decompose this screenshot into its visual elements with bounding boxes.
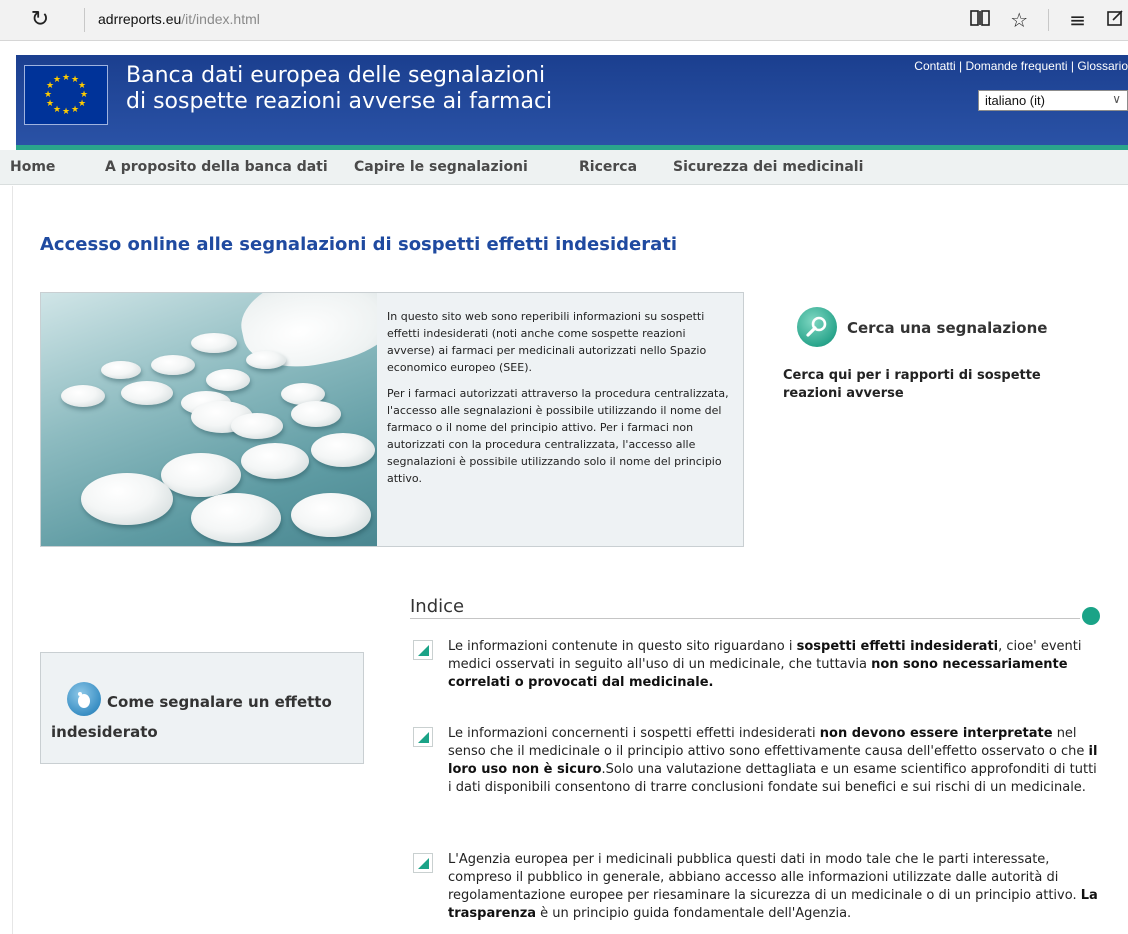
- glossary-link[interactable]: Glossario: [1077, 59, 1128, 73]
- triangle-bullet-icon: [413, 640, 433, 660]
- emphasis: sospetti effetti indesiderati: [796, 639, 999, 654]
- pills-photo: [41, 293, 377, 546]
- nav-item-home[interactable]: Home: [10, 159, 55, 175]
- intro-paragraph-1: In questo sito web sono reperibili infor…: [387, 310, 707, 374]
- index-divider: [410, 618, 1080, 619]
- report-effect-link[interactable]: Come segnalare un effetto indesiderato: [51, 687, 351, 747]
- svg-text:★: ★: [44, 90, 52, 100]
- hub-menu-icon[interactable]: ≡: [1069, 8, 1086, 32]
- search-report-link[interactable]: Cerca una segnalazione: [847, 319, 1047, 337]
- report-effect-card[interactable]: Come segnalare un effetto indesiderato: [40, 652, 364, 764]
- page-title: Accesso online alle segnalazioni di sosp…: [40, 234, 678, 255]
- language-value: italiano (it): [985, 93, 1045, 108]
- site-header: ★ ★ ★ ★ ★ ★ ★ ★ ★ ★ ★ ★ Banca dati europea delle …: [16, 55, 1128, 145]
- svg-text:★: ★: [62, 107, 70, 117]
- index-paragraph-3: L'Agenzia europea per i medicinali pubbl…: [448, 851, 1103, 923]
- eu-flag-logo: ★ ★ ★ ★ ★ ★ ★ ★ ★ ★ ★ ★: [24, 65, 108, 125]
- main-nav: Home A proposito della banca dati Capire…: [0, 150, 1128, 185]
- url-path: /it/index.html: [181, 11, 260, 27]
- index-paragraph-2: Le informazioni concernenti i sospetti e…: [448, 725, 1103, 797]
- search-report-description: Cerca qui per i rapporti di sospette rea…: [783, 368, 1041, 401]
- nav-item-search[interactable]: Ricerca: [579, 159, 637, 175]
- reading-view-icon[interactable]: [970, 8, 991, 32]
- text-run: L'Agenzia europea per i medicinali pubbl…: [448, 852, 1081, 903]
- emphasis: non devono essere interpretate: [819, 726, 1053, 741]
- utility-links: Contatti | Domande frequenti | Glossario: [914, 59, 1128, 73]
- chevron-down-icon: ∨: [1112, 92, 1121, 106]
- svg-text:★: ★: [46, 99, 54, 109]
- favorite-star-icon[interactable]: ☆: [1010, 8, 1028, 32]
- site-title-line2: di sospette reazioni avverse ai farmaci: [126, 89, 553, 114]
- nav-item-understanding[interactable]: Capire le segnalazioni: [354, 159, 528, 175]
- triangle-bullet-icon: [413, 853, 433, 873]
- page-border: [12, 186, 13, 934]
- svg-text:★: ★: [62, 73, 70, 83]
- toolbar-divider: [1048, 9, 1050, 31]
- text-run: è un principio guida fondamentale dell'A…: [536, 906, 852, 921]
- toolbar-divider: [84, 8, 85, 32]
- faq-link[interactable]: Domande frequenti: [965, 59, 1067, 73]
- refresh-icon[interactable]: ↻: [28, 8, 52, 32]
- intro-paragraph-2: Per i farmaci autorizzati attraverso la …: [387, 387, 729, 485]
- intro-text: In questo sito web sono reperibili infor…: [387, 308, 729, 496]
- link-separator: |: [1067, 59, 1078, 73]
- site-title-line1: Banca dati europea delle segnalazioni: [126, 63, 546, 88]
- svg-text:★: ★: [78, 99, 86, 109]
- address-bar[interactable]: adrreports.eu/it/index.html: [98, 11, 260, 27]
- link-separator: |: [955, 59, 966, 73]
- language-select[interactable]: italiano (it) ∨: [978, 90, 1128, 111]
- browser-toolbar: ↻ adrreports.eu/it/index.html ☆ ≡: [0, 0, 1128, 41]
- nav-item-safety[interactable]: Sicurezza dei medicinali: [673, 159, 863, 175]
- search-icon[interactable]: [797, 307, 837, 347]
- web-note-icon[interactable]: [1106, 8, 1124, 32]
- svg-text:★: ★: [53, 75, 61, 85]
- text-run: Le informazioni concernenti i sospetti e…: [448, 726, 820, 741]
- site-title: Banca dati europea delle segnalazioni di…: [126, 63, 552, 115]
- nav-item-about[interactable]: A proposito della banca dati: [105, 159, 328, 175]
- index-dot-marker: [1082, 607, 1100, 625]
- url-domain: adrreports.eu: [98, 11, 182, 27]
- browser-actions: ☆ ≡: [950, 6, 1128, 34]
- svg-text:★: ★: [71, 105, 79, 115]
- triangle-bullet-icon: [413, 727, 433, 747]
- svg-text:★: ★: [53, 105, 61, 115]
- index-paragraph-1: Le informazioni contenute in questo sito…: [448, 638, 1103, 692]
- index-title: Indice: [410, 596, 465, 617]
- intro-panel: In questo sito web sono reperibili infor…: [40, 292, 744, 547]
- text-run: Le informazioni contenute in questo sito…: [448, 639, 797, 654]
- contacts-link[interactable]: Contatti: [914, 59, 955, 73]
